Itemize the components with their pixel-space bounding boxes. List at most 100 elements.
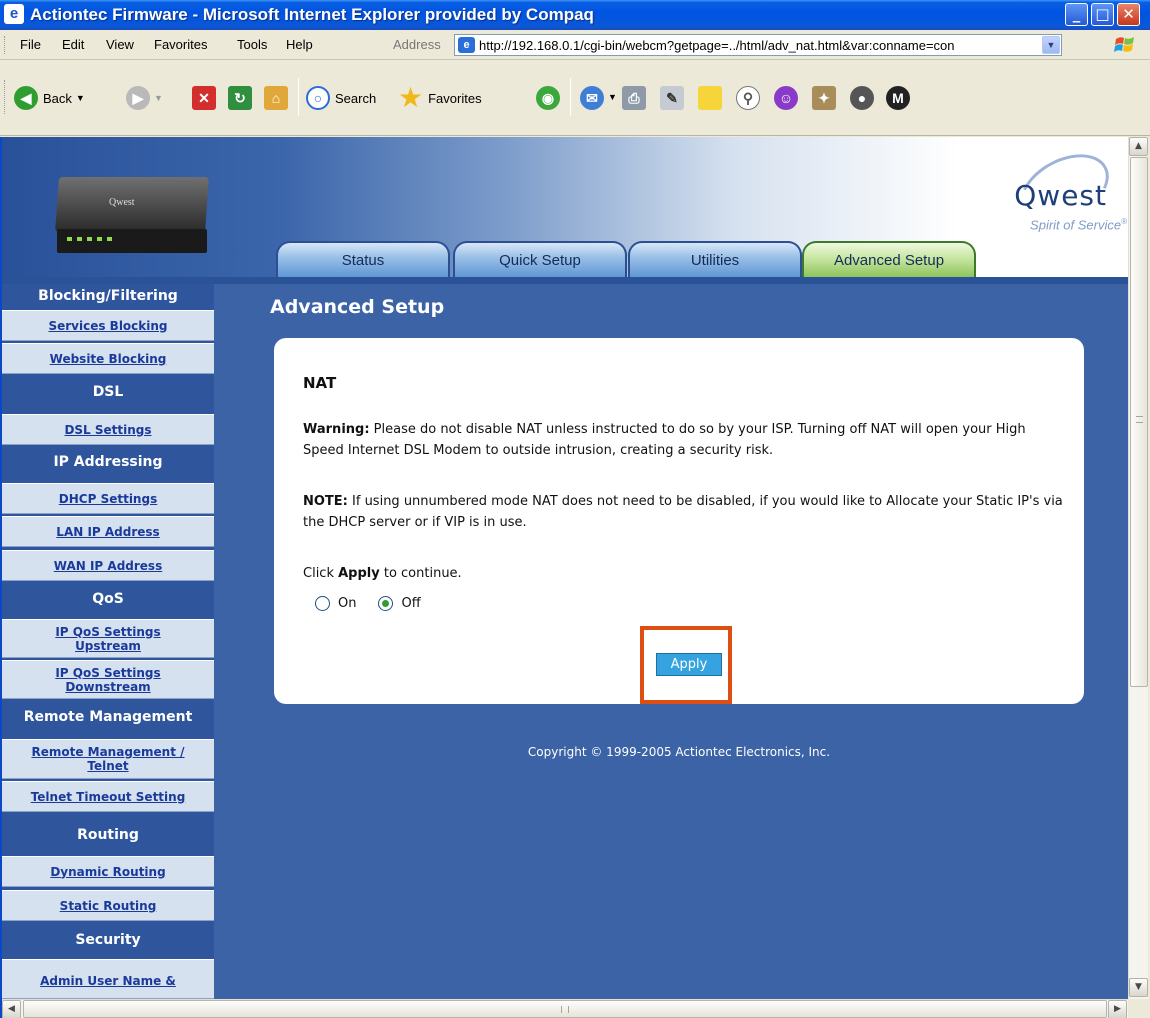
sidebar-item-services-blocking[interactable]: Services Blocking bbox=[2, 310, 214, 341]
sidebar-item-dsl-settings[interactable]: DSL Settings bbox=[2, 414, 214, 445]
sidebar-item-admin-user-name[interactable]: Admin User Name & bbox=[2, 959, 214, 999]
notes-icon[interactable] bbox=[698, 86, 722, 110]
search-button[interactable]: ○ Search bbox=[306, 86, 376, 110]
page-viewport: Qwest Qwest Spirit of Service® Status Qu… bbox=[2, 137, 1128, 999]
sidebar-item-telnet-timeout[interactable]: Telnet Timeout Setting bbox=[2, 781, 214, 812]
window-title: Actiontec Firmware - Microsoft Internet … bbox=[30, 5, 594, 24]
sidebar-item-wan-ip-address[interactable]: WAN IP Address bbox=[2, 550, 214, 581]
vertical-scroll-thumb[interactable] bbox=[1130, 157, 1148, 687]
home-icon[interactable]: ⌂ bbox=[264, 86, 288, 110]
section-title: NAT bbox=[303, 374, 337, 392]
warning-text: Warning: Please do not disable NAT unles… bbox=[303, 422, 1026, 458]
forward-arrow-icon: ▶ bbox=[126, 86, 150, 110]
sidebar-item-static-routing[interactable]: Static Routing bbox=[2, 890, 214, 921]
modem-image: Qwest bbox=[55, 177, 209, 255]
toolbar-separator bbox=[298, 78, 299, 116]
money-icon[interactable]: M bbox=[886, 86, 910, 110]
forward-dropdown-icon[interactable]: ▼ bbox=[154, 93, 163, 103]
sidebar-heading-blocking: Blocking/Filtering bbox=[38, 288, 178, 304]
forward-button[interactable]: ▶ ▼ bbox=[126, 86, 163, 110]
search-icon: ○ bbox=[306, 86, 330, 110]
favorites-star-icon: ★ bbox=[398, 82, 424, 113]
page-header: Qwest Qwest Spirit of Service® Status Qu… bbox=[2, 137, 1128, 284]
menu-bar: File Edit View Favorites Tools Help Addr… bbox=[0, 30, 1150, 60]
radio-on[interactable] bbox=[315, 596, 330, 611]
menu-favorites[interactable]: Favorites bbox=[154, 37, 207, 52]
encyclopedia-icon[interactable]: ✦ bbox=[812, 86, 836, 110]
address-bar[interactable]: e ▼ bbox=[454, 34, 1062, 56]
page-title: Advanced Setup bbox=[270, 296, 445, 318]
mail-icon[interactable]: ✉ bbox=[580, 86, 604, 110]
research-icon[interactable]: ⚲ bbox=[736, 86, 760, 110]
refresh-icon[interactable]: ↻ bbox=[228, 86, 252, 110]
tab-advanced-setup[interactable]: Advanced Setup bbox=[802, 241, 976, 277]
sidebar-item-lan-ip-address[interactable]: LAN IP Address bbox=[2, 516, 214, 547]
radio-off-label: Off bbox=[401, 596, 421, 611]
horizontal-scroll-thumb[interactable] bbox=[23, 1000, 1107, 1018]
scroll-down-icon[interactable]: ▼ bbox=[1129, 978, 1148, 997]
discuss-icon[interactable]: ● bbox=[850, 86, 874, 110]
stop-icon[interactable]: ✕ bbox=[192, 86, 216, 110]
menu-tools[interactable]: Tools bbox=[237, 37, 267, 52]
sidebar-heading-qos: QoS bbox=[92, 591, 124, 607]
tab-utilities[interactable]: Utilities bbox=[628, 241, 802, 277]
sidebar-item-dhcp-settings[interactable]: DHCP Settings bbox=[2, 483, 214, 514]
tab-quick-setup[interactable]: Quick Setup bbox=[453, 241, 627, 277]
horizontal-scrollbar[interactable]: ◀ ▶ bbox=[2, 999, 1128, 1018]
ie-logo-icon: e bbox=[4, 4, 24, 24]
favorites-button[interactable]: ★ Favorites bbox=[398, 82, 482, 113]
back-button[interactable]: ◀ Back ▼ bbox=[14, 86, 85, 110]
scroll-left-icon[interactable]: ◀ bbox=[2, 1000, 21, 1018]
sidebar-heading-ip-addressing: IP Addressing bbox=[53, 454, 163, 470]
back-arrow-icon: ◀ bbox=[14, 86, 38, 110]
page-icon: e bbox=[458, 37, 475, 53]
print-icon[interactable]: ⎙ bbox=[622, 86, 646, 110]
favorites-label: Favorites bbox=[428, 90, 482, 106]
address-label: Address bbox=[393, 37, 441, 52]
sidebar-item-dynamic-routing[interactable]: Dynamic Routing bbox=[2, 856, 214, 887]
scrollbar-corner bbox=[1128, 999, 1150, 1018]
modem-logo: Qwest bbox=[109, 197, 135, 208]
back-label: Back bbox=[43, 90, 72, 106]
sidebar-heading-dsl: DSL bbox=[92, 384, 124, 400]
sidebar-item-remote-management-telnet[interactable]: Remote Management / Telnet bbox=[2, 739, 214, 779]
media-icon[interactable]: ◉ bbox=[536, 86, 560, 110]
menu-edit[interactable]: Edit bbox=[62, 37, 84, 52]
messenger-icon[interactable]: ☺ bbox=[774, 86, 798, 110]
toolbar-separator bbox=[570, 78, 571, 116]
menu-help[interactable]: Help bbox=[286, 37, 313, 52]
radio-off[interactable] bbox=[378, 596, 394, 611]
window-border bbox=[0, 137, 2, 1018]
minimize-button[interactable]: _ bbox=[1065, 3, 1088, 26]
scroll-up-icon[interactable]: ▲ bbox=[1129, 137, 1148, 156]
sidebar-item-website-blocking[interactable]: Website Blocking bbox=[2, 343, 214, 374]
brand-name: Qwest bbox=[1014, 179, 1107, 212]
address-dropdown-icon[interactable]: ▼ bbox=[1042, 36, 1060, 54]
apply-button[interactable]: Apply bbox=[656, 653, 722, 676]
search-label: Search bbox=[335, 90, 377, 106]
close-button[interactable]: ✕ bbox=[1117, 3, 1140, 26]
tab-status[interactable]: Status bbox=[276, 241, 450, 277]
mail-dropdown-icon[interactable]: ▼ bbox=[608, 92, 617, 102]
browser-toolbar: ◀ Back ▼ ▶ ▼ ✕ ↻ ⌂ ○ Search ★ Favorites … bbox=[0, 60, 1150, 136]
maximize-button[interactable]: □ bbox=[1091, 3, 1114, 26]
sidebar-heading-routing: Routing bbox=[77, 827, 139, 843]
address-input[interactable] bbox=[479, 37, 1039, 53]
click-apply-text: Click Apply to continue. bbox=[303, 566, 462, 581]
menu-view[interactable]: View bbox=[106, 37, 134, 52]
brand-slogan: Spirit of Service® bbox=[1030, 217, 1127, 233]
sidebar-item-qos-upstream[interactable]: IP QoS Settings Upstream bbox=[2, 619, 214, 658]
menu-file[interactable]: File bbox=[20, 37, 41, 52]
window-titlebar: e Actiontec Firmware - Microsoft Interne… bbox=[0, 0, 1150, 30]
sidebar: Blocking/Filtering Services Blocking Web… bbox=[2, 284, 214, 999]
header-divider bbox=[2, 277, 1128, 284]
vertical-scrollbar[interactable]: ▲ ▼ bbox=[1128, 137, 1148, 999]
windows-logo-icon bbox=[1114, 37, 1134, 52]
radio-on-label: On bbox=[338, 596, 357, 611]
edit-icon[interactable]: ✎ bbox=[660, 86, 684, 110]
sidebar-heading-security: Security bbox=[75, 932, 141, 948]
back-dropdown-icon[interactable]: ▼ bbox=[76, 93, 85, 103]
sidebar-item-qos-downstream[interactable]: IP QoS Settings Downstream bbox=[2, 660, 214, 699]
toolbar-grip bbox=[4, 36, 7, 54]
scroll-right-icon[interactable]: ▶ bbox=[1108, 1000, 1127, 1018]
